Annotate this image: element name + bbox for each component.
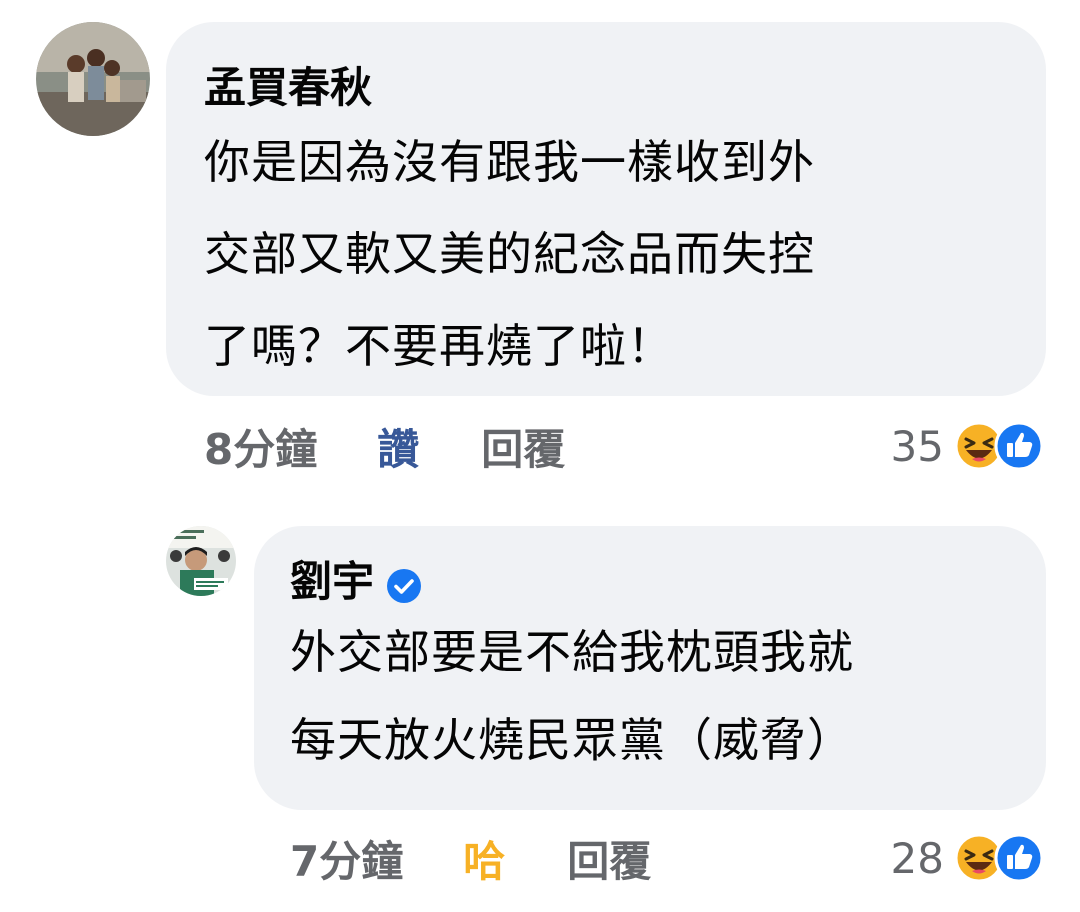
- comment-text-line: 交部又軟又美的紀念品而失控: [204, 227, 815, 281]
- comment-bubble: 劉宇 外交部要是不給我枕頭我就 每天放火燒民眾黨（威脅）: [254, 526, 1046, 810]
- reaction-count: 35: [890, 421, 944, 471]
- reply-button[interactable]: 回覆: [567, 828, 651, 889]
- comment-text-line: 了嗎？不要再燒了啦！: [204, 319, 674, 373]
- haha-button[interactable]: 哈: [463, 828, 505, 889]
- comment-text-line: 外交部要是不給我枕頭我就: [290, 625, 854, 679]
- comment-actions: 7分鐘 哈 回覆: [290, 830, 651, 886]
- like-icon: [994, 421, 1044, 471]
- avatar[interactable]: [166, 526, 236, 596]
- avatar-photo: [36, 22, 150, 136]
- comment-text: 你是因為沒有跟我一樣收到外 交部又軟又美的紀念品而失控 了嗎？不要再燒了啦！: [204, 116, 1006, 392]
- like-icon: [994, 833, 1044, 883]
- comment-timestamp[interactable]: 8分鐘: [204, 416, 317, 477]
- reply-button[interactable]: 回覆: [481, 416, 565, 477]
- comment-bubble: 孟買春秋 你是因為沒有跟我一樣收到外 交部又軟又美的紀念品而失控 了嗎？不要再燒…: [166, 22, 1046, 396]
- reaction-count: 28: [890, 833, 944, 883]
- verified-badge-icon: [386, 564, 422, 603]
- comment-author[interactable]: 孟買春秋: [204, 62, 1006, 114]
- comment-author[interactable]: 劉宇: [290, 556, 1010, 608]
- comment-text-line: 你是因為沒有跟我一樣收到外: [204, 135, 815, 189]
- comment-thread: 孟買春秋 你是因為沒有跟我一樣收到外 交部又軟又美的紀念品而失控 了嗎？不要再燒…: [0, 0, 1080, 912]
- author-name[interactable]: 劉宇: [290, 556, 374, 608]
- reaction-summary[interactable]: 28: [891, 830, 1044, 886]
- avatar[interactable]: [36, 22, 150, 136]
- comment-text-line: 每天放火燒民眾黨（威脅）: [290, 713, 854, 767]
- like-button[interactable]: 讚: [377, 416, 419, 477]
- author-name[interactable]: 孟買春秋: [204, 62, 372, 114]
- reaction-summary[interactable]: 35: [891, 418, 1044, 474]
- comment-timestamp[interactable]: 7分鐘: [290, 828, 403, 889]
- comment-actions: 8分鐘 讚 回覆: [204, 418, 565, 474]
- comment-text: 外交部要是不給我枕頭我就 每天放火燒民眾黨（威脅）: [290, 608, 1010, 784]
- avatar-photo: [166, 526, 236, 596]
